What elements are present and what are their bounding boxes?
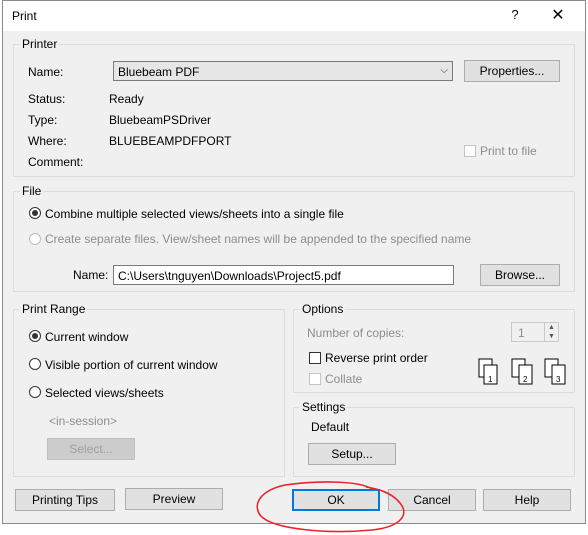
selected-views-label: Selected views/sheets [45,386,164,400]
file-name-label: Name: [73,268,109,282]
in-session-label: <in-session> [49,414,118,428]
chevron-down-icon: ⌵ [440,65,448,76]
file-legend: File [20,184,44,198]
current-window-radio[interactable] [29,330,41,342]
copies-value: 1 [518,326,525,340]
file-name-value: C:\Users\tnguyen\Downloads\Project5.pdf [118,269,341,283]
where-label: Where: [28,134,67,148]
print-dialog: Print ? ✕ Printer Name: Bluebeam PDF ⌵ P… [2,0,586,524]
settings-group: Settings Default Setup... [293,400,575,477]
stepper-arrows-icon[interactable]: ▲ ▼ [544,323,558,341]
file-name-input[interactable]: C:\Users\tnguyen\Downloads\Project5.pdf [113,265,454,285]
help-button[interactable]: Help [483,489,571,511]
properties-button[interactable]: Properties... [464,60,560,82]
cancel-button[interactable]: Cancel [388,489,476,511]
help-icon[interactable]: ? [508,7,522,22]
status-label: Status: [28,92,66,106]
printer-name-label: Name: [28,65,64,79]
page-number-3: 3 [556,375,561,384]
collate-label: Collate [325,372,363,386]
browse-button[interactable]: Browse... [480,264,560,286]
separate-files-radio[interactable] [29,233,41,245]
window-title: Print [12,9,37,23]
printer-legend: Printer [20,37,60,51]
reverse-order-label: Reverse print order [325,351,428,365]
status-value: Ready [109,92,144,106]
settings-legend: Settings [300,400,348,414]
page-number-2: 2 [523,375,528,384]
printer-name-dropdown[interactable]: Bluebeam PDF ⌵ [113,61,453,81]
options-group: Options Number of copies: 1 ▲ ▼ Reverse p… [293,302,575,393]
page-number-1: 1 [488,375,493,384]
copies-stepper[interactable]: 1 ▲ ▼ [511,322,559,342]
print-to-file-label: Print to file [480,144,537,158]
comment-label: Comment: [28,155,84,169]
selected-views-radio[interactable] [29,386,41,398]
print-range-legend: Print Range [20,302,88,316]
combine-files-label: Combine multiple selected views/sheets i… [45,207,344,221]
visible-portion-radio[interactable] [29,358,41,370]
printing-tips-button[interactable]: Printing Tips [15,489,115,511]
collate-pages-icon-1: 1 [478,358,498,385]
reverse-order-checkbox[interactable] [309,352,321,364]
collate-pages-icon-2: 2 [511,358,533,385]
collate-checkbox[interactable] [309,373,321,385]
close-icon[interactable]: ✕ [549,5,567,25]
visible-portion-label: Visible portion of current window [45,358,218,372]
title-bar: Print ? ✕ [3,1,585,31]
options-legend: Options [300,302,346,316]
settings-current-value: Default [311,420,350,434]
separate-files-label: Create separate files. View/sheet names … [45,232,472,246]
printer-group: Printer Name: Bluebeam PDF ⌵ Properties.… [13,37,575,177]
ok-button[interactable]: OK [292,489,380,511]
where-value: BLUEBEAMPDFPORT [109,134,232,148]
print-to-file-checkbox[interactable] [464,145,476,157]
print-range-group: Print Range Current window Visible porti… [13,302,285,477]
current-window-label: Current window [45,330,129,344]
select-button[interactable]: Select... [47,438,135,460]
combine-files-radio[interactable] [29,207,41,219]
type-label: Type: [28,113,58,127]
preview-button[interactable]: Preview [125,488,223,510]
printer-name-value: Bluebeam PDF [118,65,200,79]
type-value: BluebeamPSDriver [109,113,212,127]
copies-label: Number of copies: [307,326,405,340]
collate-pages-icon-3: 3 [544,358,566,385]
file-group: File Combine multiple selected views/she… [13,184,575,292]
setup-button[interactable]: Setup... [308,443,396,465]
